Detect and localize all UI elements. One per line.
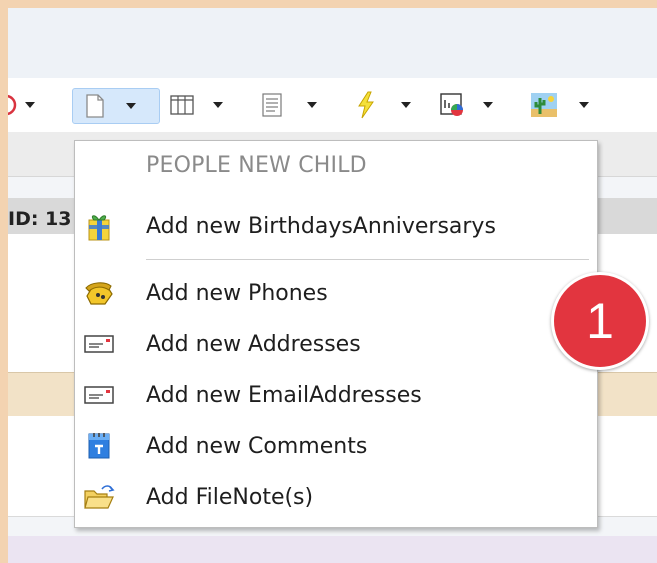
menu-section-header: PEOPLE NEW CHILD	[146, 153, 367, 178]
menu-item-label: Add new Comments	[146, 433, 368, 459]
new-child-dropdown-caret[interactable]	[123, 92, 139, 120]
app-window: ID: 13 PEOPLE NEW CHILD Add new Birthday…	[8, 8, 657, 563]
gift-icon	[83, 210, 115, 242]
new-document-icon	[81, 92, 109, 120]
toolbar	[8, 78, 657, 133]
record-dropdown-caret[interactable]	[22, 91, 38, 119]
footer-row	[8, 536, 657, 563]
phone-icon	[83, 277, 115, 309]
menu-item-add-birthdays-anniversarys[interactable]: Add new BirthdaysAnniversarys	[75, 203, 597, 249]
title-area	[8, 8, 657, 78]
toolbar-group-columns[interactable]	[168, 88, 226, 122]
address-card-icon	[83, 328, 115, 360]
menu-item-add-filenotes[interactable]: Add FileNote(s)	[75, 474, 597, 520]
toolbar-group-chart[interactable]	[438, 88, 496, 122]
new-child-button[interactable]	[72, 88, 160, 124]
chart-icon	[438, 91, 466, 119]
email-card-icon	[83, 379, 115, 411]
toolbar-group-record[interactable]	[8, 88, 38, 122]
menu-item-add-phones[interactable]: Add new Phones	[75, 270, 597, 316]
text-dropdown-caret[interactable]	[304, 91, 320, 119]
image-dropdown-caret[interactable]	[576, 91, 592, 119]
menu-item-label: Add new Addresses	[146, 331, 361, 357]
toolbar-group-text[interactable]	[258, 88, 320, 122]
menu-item-label: Add new Phones	[146, 280, 328, 306]
lightning-dropdown-caret[interactable]	[398, 91, 414, 119]
table-columns-icon	[168, 91, 196, 119]
menu-item-add-addresses[interactable]: Add new Addresses	[75, 321, 597, 367]
new-child-dropdown-menu: PEOPLE NEW CHILD Add new BirthdaysAnnive…	[74, 140, 598, 528]
folder-open-icon	[83, 481, 115, 513]
text-lines-icon	[258, 91, 286, 119]
record-id-label: ID: 13	[8, 208, 72, 230]
menu-item-label: Add new BirthdaysAnniversarys	[146, 213, 496, 239]
menu-item-label: Add FileNote(s)	[146, 484, 314, 510]
menu-item-add-email-addresses[interactable]: Add new EmailAddresses	[75, 372, 597, 418]
toolbar-group-image[interactable]	[530, 88, 592, 122]
step-number-badge: 1	[551, 272, 649, 370]
record-icon	[8, 91, 22, 119]
cactus-image-icon	[530, 91, 558, 119]
chart-dropdown-caret[interactable]	[480, 91, 496, 119]
menu-item-label: Add new EmailAddresses	[146, 382, 422, 408]
menu-item-add-comments[interactable]: Add new Comments	[75, 423, 597, 469]
lightning-icon	[352, 91, 380, 119]
comment-note-icon	[83, 430, 115, 462]
menu-separator	[146, 259, 589, 260]
toolbar-group-lightning[interactable]	[352, 88, 414, 122]
columns-dropdown-caret[interactable]	[210, 91, 226, 119]
